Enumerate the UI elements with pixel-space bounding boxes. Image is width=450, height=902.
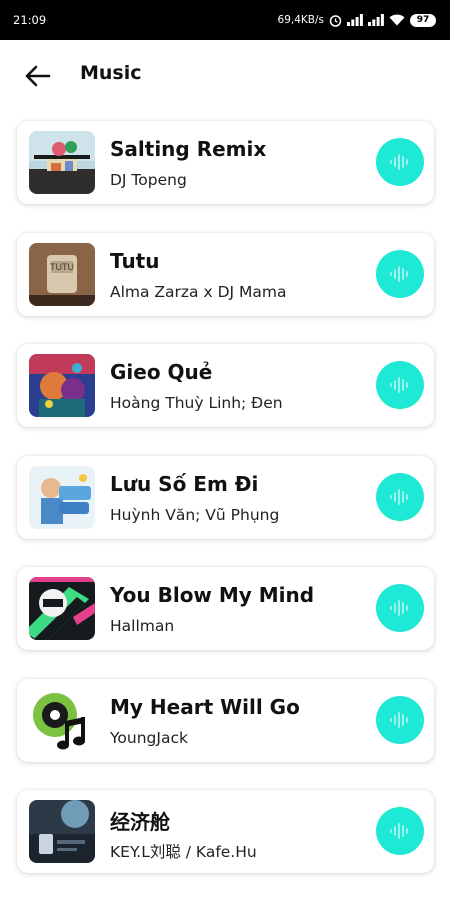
song-artist: Alma Zarza x DJ Mama [110, 282, 287, 301]
waveform-icon [390, 265, 408, 282]
app-bar: Music [0, 40, 450, 108]
song-artist: Hallman [110, 617, 175, 635]
song-title: My Heart Will Go [110, 694, 300, 719]
song-list: Salting Remix DJ Topeng TUTU Tutu Alma Z… [17, 121, 434, 902]
song-title: Salting Remix [110, 137, 267, 161]
play-button[interactable] [376, 138, 424, 186]
song-card[interactable]: TUTU Tutu Alma Zarza x DJ Mama [17, 232, 434, 316]
song-artist: DJ Topeng [110, 171, 187, 189]
song-artist: YoungJack [110, 728, 188, 747]
waveform-icon [390, 711, 408, 728]
song-card[interactable]: 经济舱 KEY.L刘聪 / Kafe.Hu [17, 790, 434, 873]
svg-text:TUTU: TUTU [50, 262, 74, 272]
play-button[interactable] [376, 361, 424, 409]
network-speed: 69,4KB/s [277, 14, 324, 26]
waveform-icon [390, 823, 408, 839]
battery-icon: 97 [410, 13, 436, 27]
alarm-icon [329, 14, 342, 27]
song-artist: KEY.L刘聪 / Kafe.Hu [110, 843, 257, 861]
status-time: 21:09 [13, 13, 47, 27]
album-cover [29, 131, 95, 194]
song-card[interactable]: My Heart Will Go YoungJack [17, 678, 434, 762]
play-button[interactable] [376, 695, 424, 744]
song-title: You Blow My Mind [110, 583, 315, 607]
waveform-icon [390, 377, 408, 393]
status-icons: 69,4KB/s 97 [277, 13, 436, 27]
album-cover [29, 800, 95, 863]
play-button[interactable] [376, 807, 424, 855]
waveform-icon [390, 154, 408, 170]
arrow-left-icon [25, 65, 51, 87]
song-title: Lưu Số Em Đi [110, 471, 259, 496]
song-card[interactable]: You Blow My Mind Hallman [17, 567, 434, 650]
album-cover: TUTU [29, 242, 95, 306]
album-cover [29, 577, 95, 640]
waveform-icon [390, 488, 408, 505]
signal-icon-2 [368, 14, 384, 26]
song-title: Tutu [110, 248, 160, 273]
waveform-icon [390, 600, 408, 616]
album-cover [29, 465, 95, 529]
song-title: 经济舱 [110, 810, 170, 834]
status-bar: 21:09 69,4KB/s 97 [0, 0, 450, 40]
signal-icon [347, 14, 363, 26]
song-card[interactable]: Lưu Số Em Đi Huỳnh Văn; Vũ Phụng [17, 455, 434, 539]
play-button[interactable] [376, 472, 424, 521]
album-cover [29, 688, 95, 752]
wifi-icon [389, 14, 405, 26]
song-artist: Huỳnh Văn; Vũ Phụng [110, 505, 280, 524]
song-artist: Hoàng Thuỳ Linh; Đen [110, 394, 283, 412]
song-card[interactable]: Salting Remix DJ Topeng [17, 121, 434, 204]
page-title: Music [80, 62, 142, 84]
play-button[interactable] [376, 584, 424, 632]
back-button[interactable] [22, 60, 54, 92]
play-button[interactable] [376, 249, 424, 298]
song-card[interactable]: Gieo Quẻ Hoàng Thuỳ Linh; Đen [17, 344, 434, 427]
song-title: Gieo Quẻ [110, 360, 213, 384]
album-cover [29, 354, 95, 417]
